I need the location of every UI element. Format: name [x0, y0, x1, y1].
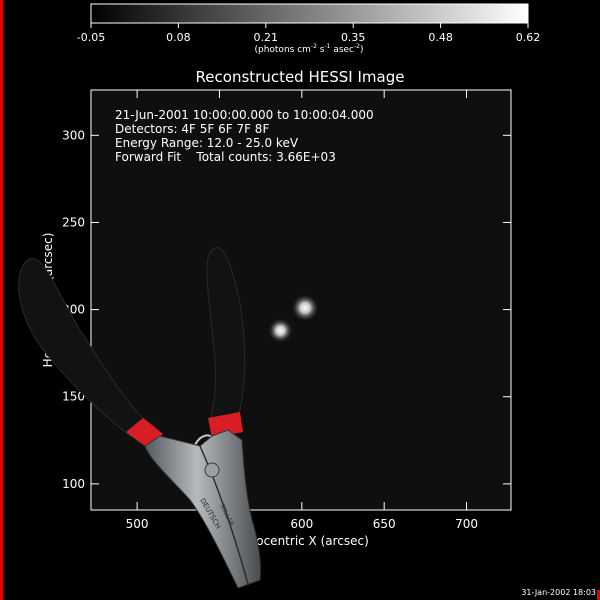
colorbar-tick-label: 0.08: [166, 31, 191, 44]
colorbar-units: (photons cm-2 s-1 asec-2): [254, 43, 363, 55]
x-tick-label: 700: [455, 517, 478, 531]
y-tick-label: 100: [62, 477, 85, 491]
x-tick-label: 500: [126, 517, 149, 531]
y-tick-label: 300: [62, 128, 85, 142]
info-line: Detectors: 4F 5F 6F 7F 8F: [115, 122, 269, 136]
colorbar-tick-label: 0.48: [428, 31, 453, 44]
plot-title: Reconstructed HESSI Image: [196, 68, 405, 86]
colorbar-tick-label: 0.62: [516, 31, 541, 44]
xray-source: [267, 317, 294, 344]
window-left-edge: [0, 0, 3, 600]
timestamp: 31-Jan-2002 18:03: [521, 588, 596, 597]
y-tick-label: 250: [62, 215, 85, 229]
colorbar-gradient: [90, 3, 529, 24]
x-tick-label: 650: [373, 517, 396, 531]
info-line: Forward Fit Total counts: 3.66E+03: [115, 150, 336, 164]
x-tick-label: 600: [290, 517, 313, 531]
hessi-screenshot: -0.05 0.08 0.21 0.35 0.48 0.62 (photons cm-2 …: [0, 0, 600, 600]
xray-source: [291, 293, 320, 322]
info-line: Energy Range: 12.0 - 25.0 keV: [115, 136, 299, 150]
colorbar-tick-label: 0.21: [254, 31, 279, 44]
colorbar-tick-label: -0.05: [77, 31, 105, 44]
colorbar: -0.05 0.08 0.21 0.35 0.48 0.62 (photons cm-2 …: [77, 3, 541, 55]
pliers-pivot: [204, 462, 220, 478]
info-line: 21-Jun-2001 10:00:00.000 to 10:00:04.000: [115, 108, 374, 122]
